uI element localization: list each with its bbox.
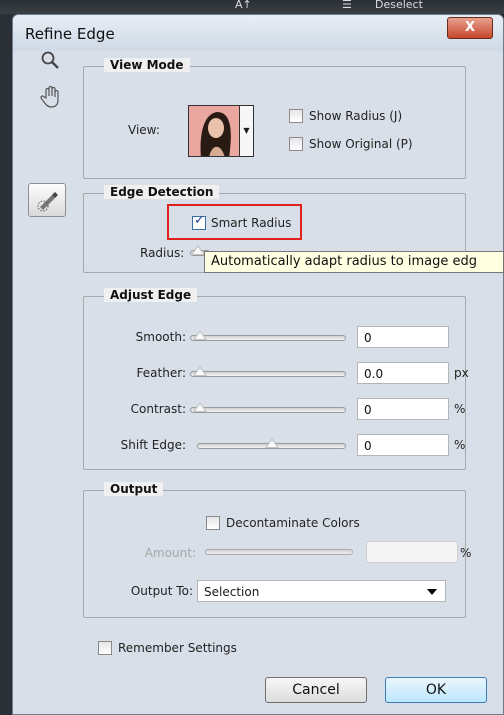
view-mode-dropdown-arrow[interactable]: ▼ [240, 105, 254, 157]
ok-button[interactable]: OK [385, 677, 487, 703]
feather-input[interactable]: 0.0 [357, 362, 449, 384]
close-icon: X [464, 20, 476, 35]
feather-unit: px [454, 366, 469, 380]
hand-icon[interactable] [40, 85, 62, 114]
smooth-input[interactable]: 0 [357, 326, 449, 348]
feather-slider[interactable] [190, 366, 346, 377]
output-to-value: Selection [204, 585, 260, 599]
shift-edge-label: Shift Edge: [120, 438, 186, 452]
amount-label: Amount: [144, 546, 196, 560]
view-label: View: [128, 123, 160, 137]
deselect-menu-item[interactable]: Deselect [375, 0, 423, 11]
radius-label: Radius: [140, 246, 185, 260]
edge-detection-title: Edge Detection [104, 185, 220, 199]
decontaminate-colors-checkbox[interactable] [206, 516, 220, 530]
show-radius-label[interactable]: Show Radius (J) [309, 109, 402, 123]
contrast-label: Contrast: [130, 402, 186, 416]
portrait-image [189, 106, 239, 156]
close-button[interactable]: X [447, 17, 493, 39]
app-menu-item[interactable]: A↑ [235, 0, 252, 11]
menu-icon: ☰ [342, 0, 352, 11]
contrast-unit: % [454, 402, 466, 416]
smooth-label: Smooth: [135, 330, 186, 344]
contrast-slider-knob[interactable] [193, 402, 207, 412]
remember-settings-label[interactable]: Remember Settings [118, 641, 237, 655]
contrast-slider[interactable] [190, 402, 346, 413]
dialog-title: Refine Edge [25, 25, 115, 43]
shift-edge-unit: % [454, 438, 466, 452]
output-to-select[interactable]: Selection [197, 580, 446, 602]
dialog-titlebar[interactable]: Refine Edge X [13, 15, 503, 51]
adjust-edge-title: Adjust Edge [104, 288, 198, 302]
contrast-input[interactable]: 0 [357, 398, 449, 420]
show-original-checkbox[interactable] [289, 137, 303, 151]
show-original-label[interactable]: Show Original (P) [309, 137, 413, 151]
amount-slider [205, 549, 353, 555]
feather-slider-knob[interactable] [193, 366, 207, 376]
shift-edge-input[interactable]: 0 [357, 434, 449, 456]
output-to-label: Output To: [130, 584, 193, 598]
amount-input [366, 541, 458, 563]
smooth-slider-knob[interactable] [193, 330, 207, 340]
app-menu-strip: A↑ ☰ Deselect [0, 0, 504, 14]
radius-slider-knob[interactable] [191, 245, 205, 255]
smooth-slider[interactable] [190, 330, 346, 341]
view-mode-title: View Mode [104, 58, 190, 72]
refine-radius-brush-icon [37, 192, 58, 212]
feather-label: Feather: [136, 366, 186, 380]
shift-edge-slider-knob[interactable] [265, 438, 279, 448]
remember-settings-checkbox[interactable] [98, 641, 112, 655]
refine-radius-brush-button[interactable] [28, 183, 66, 217]
shift-edge-slider[interactable] [197, 438, 346, 449]
output-title: Output [104, 482, 164, 496]
smart-radius-checkbox[interactable] [192, 213, 206, 230]
smart-radius-tooltip: Automatically adapt radius to image edg [204, 251, 504, 273]
smart-radius-label[interactable]: Smart Radius [211, 216, 291, 230]
cancel-button[interactable]: Cancel [265, 677, 367, 703]
amount-unit: % [460, 546, 472, 560]
chevron-down-icon [427, 589, 437, 595]
decontaminate-colors-label[interactable]: Decontaminate Colors [226, 516, 360, 530]
zoom-icon[interactable] [40, 50, 60, 75]
view-preview-thumbnail[interactable] [188, 105, 240, 157]
show-radius-checkbox[interactable] [289, 109, 303, 123]
